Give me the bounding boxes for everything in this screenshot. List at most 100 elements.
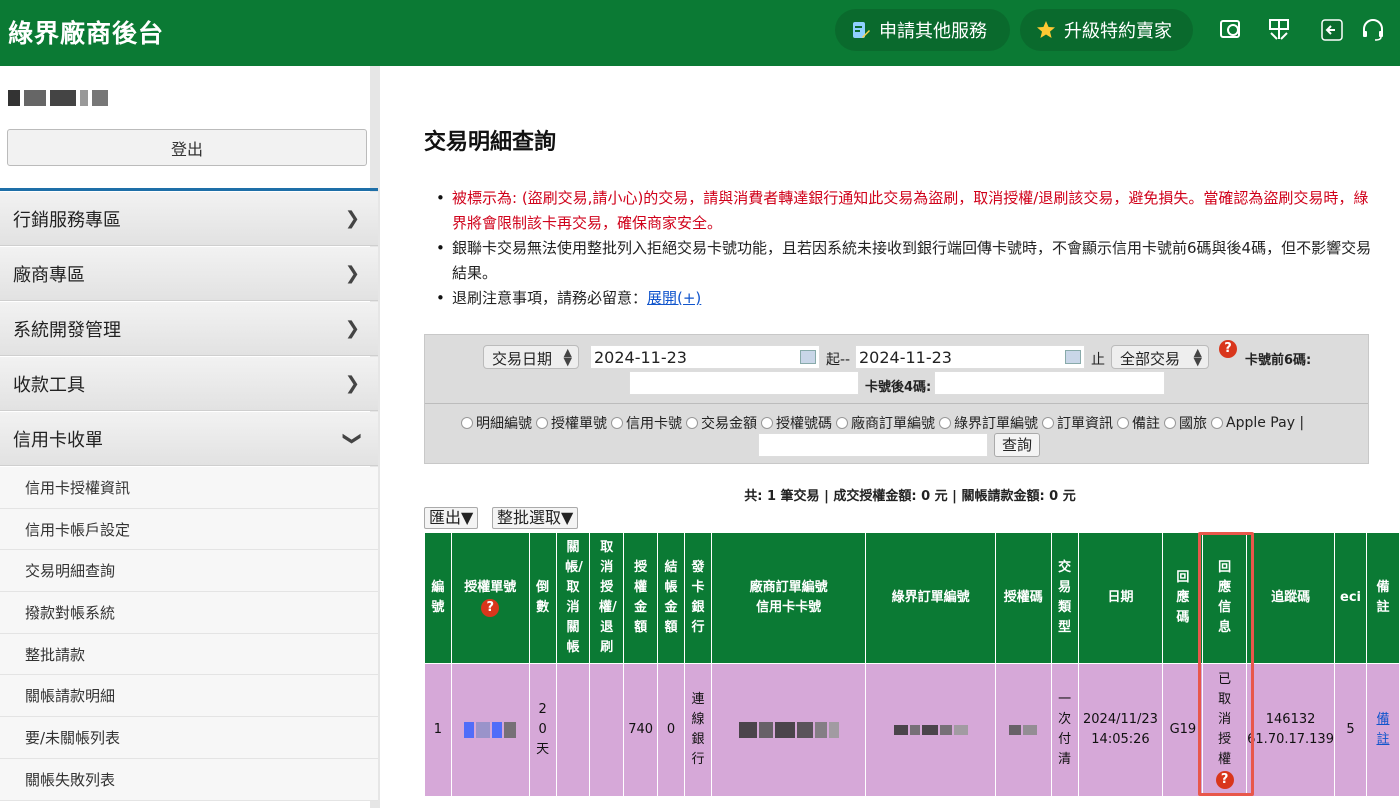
radio-circle[interactable] [1042,417,1054,429]
radio-circle[interactable] [761,417,773,429]
filter-panel: 交易日期 ▲ ▼ 2024-11-23 起-- 2024-11-23 止 全部交易… [424,334,1369,464]
cell-auth-no-redacted [450,663,530,797]
submenu-item-account-settings[interactable]: 信用卡帳戶設定 [0,508,378,551]
cell-no: 1 [424,663,452,797]
customer-service-chat-icon[interactable] [1217,16,1245,44]
start-date-input[interactable]: 2024-11-23 [590,345,820,369]
radio-label: 信用卡號 [626,416,682,432]
col-settle-amount: 結帳金額 [657,532,686,664]
table-header-row: 編號 授權單號? 倒數 關帳/取消關帳 取消授權/退刷 授權金額 結帳金額 發卡… [424,532,1400,664]
radio-label: 交易金額 [701,416,757,432]
radio-label: 廠商訂單編號 [851,416,935,432]
radio-label: 國旅 [1179,416,1207,432]
logout-button[interactable]: 登出 [7,129,367,166]
radio-circle[interactable] [1164,417,1176,429]
cell-cancel-refund [589,663,625,797]
radio-remark[interactable]: 備註 [1117,413,1160,433]
radio-circle[interactable] [611,417,623,429]
card-first6-input[interactable] [629,371,859,395]
radio-auth-no[interactable]: 授權單號 [536,413,607,433]
radio-detail-no[interactable]: 明細編號 [461,413,532,433]
radio-circle[interactable] [939,417,951,429]
refund-expand-link[interactable]: 展開(+) [647,289,701,307]
notice-list: 被標示為: (盜刷交易,請小心)的交易，請與消費者轉達銀行通知此交易為盜刷，取消… [436,186,1372,311]
radio-auth-code[interactable]: 授權號碼 [761,413,832,433]
cell-resp-msg: 已取消授權? [1202,663,1248,797]
remark-link[interactable]: 備註 [1375,710,1391,750]
sidebar-item-label: 廠商專區 [13,264,85,286]
language-switch-icon[interactable] [1266,16,1294,44]
batch-select-dropdown-button[interactable]: 整批選取▼ [492,507,579,529]
sidebar-item-label: 系統開發管理 [13,319,121,341]
submenu-item-close-failed[interactable]: 關帳失敗列表 [0,758,378,801]
col-no: 編號 [424,532,452,664]
radio-circle[interactable] [1117,417,1129,429]
radio-circle[interactable] [1211,417,1223,429]
headset-support-icon[interactable] [1359,16,1387,44]
help-icon[interactable]: ? [481,599,500,617]
brand-title[interactable]: 綠界廠商後台 [8,14,164,50]
radio-circle[interactable] [836,417,848,429]
sidebar-menu: 行銷服務專區 ❯ 廠商專區 ❯ 系統開發管理 ❯ 收款工具 ❯ 信用卡收單 ❯ … [0,192,378,801]
submenu-item-batch-capture[interactable]: 整批請款 [0,633,378,676]
to-label: 止 [1091,352,1105,368]
help-icon[interactable]: ? [1219,340,1237,358]
submenu-item-close-detail[interactable]: 關帳請款明細 [0,675,378,718]
keyword-input[interactable] [758,433,988,457]
cell-merchant-order-redacted [710,663,867,797]
upgrade-seller-button[interactable]: 升級特約賣家 [1020,9,1193,51]
radio-domestic-travel[interactable]: 國旅 [1164,413,1207,433]
apply-other-service-label: 申請其他服務 [879,21,987,42]
card-last4-input[interactable] [934,371,1165,395]
col-resp-msg: 回應信息 [1202,532,1248,664]
radio-order-info[interactable]: 訂單資訊 [1042,413,1113,433]
top-header: 綠界廠商後台 申請其他服務 升級特約賣家 [0,0,1400,66]
radio-amount[interactable]: 交易金額 [686,413,757,433]
radio-apple-pay[interactable]: Apple Pay | [1211,413,1304,433]
radio-label: 授權單號 [551,416,607,432]
radio-card-no[interactable]: 信用卡號 [611,413,682,433]
radio-circle[interactable] [686,417,698,429]
submenu-item-auth-info[interactable]: 信用卡授權資訊 [0,467,378,509]
radio-merchant-order[interactable]: 廠商訂單編號 [836,413,935,433]
upgrade-seller-label: 升級特約賣家 [1064,21,1172,42]
col-trace: 追蹤碼 [1246,532,1336,664]
sidebar-item-payment-tools[interactable]: 收款工具 ❯ [0,357,378,411]
submenu-item-close-list[interactable]: 要/未關帳列表 [0,717,378,759]
submenu-item-reconciliation[interactable]: 撥款對帳系統 [0,592,378,634]
submenu-item-transaction-query[interactable]: 交易明細查詢 [0,550,378,593]
cell-ecpay-order-redacted [865,663,996,797]
trade-type-select[interactable]: 全部交易 ▲ ▼ [1111,345,1209,369]
select-arrows-icon: ▲ ▼ [1193,346,1202,368]
end-date-input[interactable]: 2024-11-23 [855,345,1085,369]
radio-circle[interactable] [461,417,473,429]
radio-label: 明細編號 [476,416,532,432]
radio-circle[interactable] [536,417,548,429]
col-resp-code: 回應碼 [1162,532,1204,664]
col-cancel-refund: 取消授權/退刷 [589,532,625,664]
back-arrow-icon[interactable] [1318,16,1346,44]
col-countdown: 倒數 [528,532,557,664]
search-field-radios: 明細編號 授權單號 信用卡號 交易金額 授權號碼 廠商訂單編號 綠界訂單編號 訂… [461,413,1304,433]
fraud-warning-note: 被標示為: (盜刷交易,請小心)的交易，請與消費者轉達銀行通知此交易為盜刷，取消… [436,186,1372,236]
table-row: 1 20天 740 0 連線銀行 一次付清 2024/11/23 14:05:2… [424,663,1400,797]
sidebar-item-credit-card[interactable]: 信用卡收單 ❯ [0,412,378,466]
cell-resp-code: G19 [1162,663,1204,797]
date-type-select[interactable]: 交易日期 ▲ ▼ [483,345,579,369]
radio-ecpay-order[interactable]: 綠界訂單編號 [939,413,1038,433]
cell-issuer: 連線銀行 [684,663,712,797]
chevron-right-icon: ❯ [344,318,360,339]
from-label: 起-- [826,352,851,368]
calendar-icon[interactable] [1065,350,1081,364]
sidebar-item-marketing[interactable]: 行銷服務專區 ❯ [0,192,378,246]
search-button[interactable]: 查詢 [994,433,1040,457]
sidebar-item-merchant[interactable]: 廠商專區 ❯ [0,247,378,301]
sidebar-item-dev-management[interactable]: 系統開發管理 ❯ [0,302,378,356]
cell-date: 2024/11/23 14:05:26 [1077,663,1164,797]
radio-label: 訂單資訊 [1057,416,1113,432]
export-dropdown-button[interactable]: 匯出▼ [424,507,479,529]
apply-other-service-button[interactable]: 申請其他服務 [835,9,1010,51]
help-icon[interactable]: ? [1215,771,1234,789]
calendar-icon[interactable] [800,350,816,364]
cell-trade-type: 一次付清 [1050,663,1079,797]
